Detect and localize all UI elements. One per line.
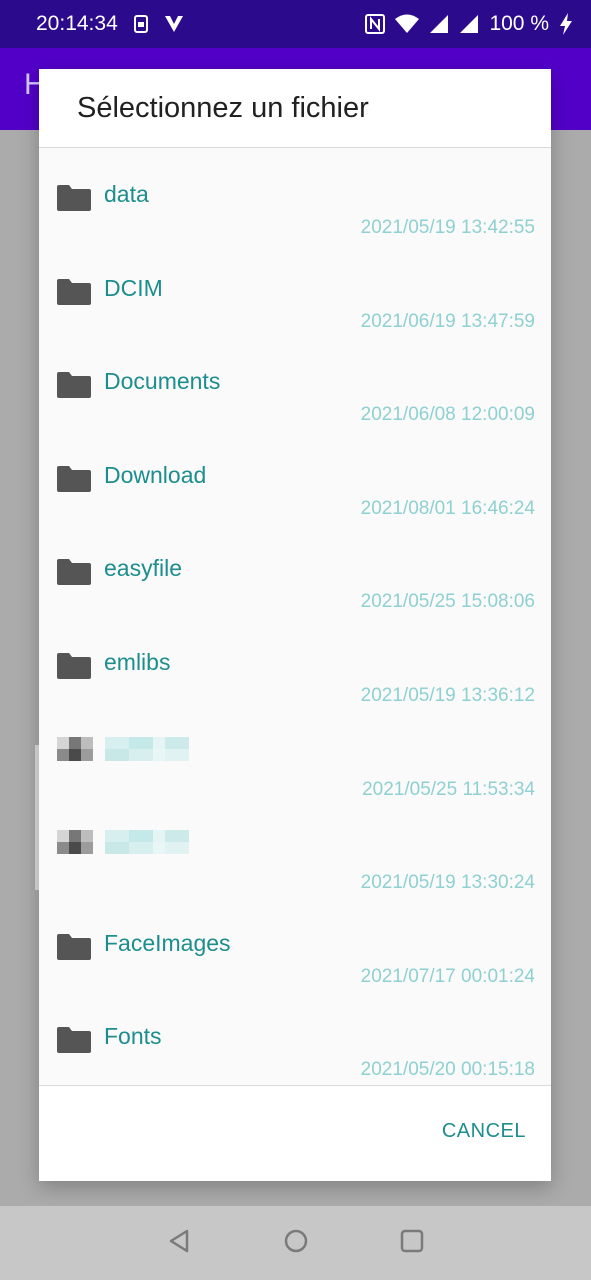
- status-bar: 20:14:34 100 %: [0, 0, 591, 48]
- file-row[interactable]: 2021/05/19 13:30:24: [39, 804, 551, 898]
- file-row[interactable]: DCIM 2021/06/19 13:47:59: [39, 243, 551, 337]
- file-name: emlibs: [104, 648, 171, 675]
- back-icon[interactable]: [167, 1228, 193, 1259]
- signal-icon: [429, 14, 449, 34]
- cancel-button[interactable]: CANCEL: [442, 1120, 526, 1143]
- folder-icon: [57, 652, 91, 684]
- file-list[interactable]: data 2021/05/19 13:42:55 DCIM 2021/06/19 13…: [39, 149, 551, 1085]
- file-row[interactable]: data 2021/05/19 13:42:55: [39, 149, 551, 243]
- file-name: easyfile: [104, 555, 182, 582]
- folder-icon: [57, 1027, 91, 1058]
- folder-icon: [57, 278, 91, 310]
- recents-icon[interactable]: [399, 1228, 425, 1259]
- file-row[interactable]: Fonts 2021/05/20 00:15:18: [39, 991, 551, 1085]
- wifi-icon: [395, 14, 420, 34]
- file-modified-date: 2021/05/19 13:36:12: [360, 684, 535, 706]
- file-name: DCIM: [104, 274, 163, 301]
- file-modified-date: 2021/07/17 00:01:24: [360, 965, 535, 987]
- redacted-entry-pixelation: [57, 736, 189, 761]
- file-modified-date: 2021/05/20 00:15:18: [360, 1059, 535, 1081]
- charging-icon: [559, 13, 573, 35]
- folder-icon: [57, 465, 91, 497]
- file-row[interactable]: emlibs 2021/05/19 13:36:12: [39, 617, 551, 711]
- battery-level: 100 %: [489, 12, 549, 35]
- folder-icon: [57, 372, 91, 403]
- file-modified-date: 2021/06/19 13:47:59: [360, 310, 535, 332]
- file-name: Fonts: [104, 1023, 162, 1050]
- file-modified-date: 2021/05/25 11:53:34: [362, 778, 535, 800]
- folder-icon: [57, 185, 91, 216]
- file-name: Download: [104, 461, 207, 488]
- vpn-icon: [164, 15, 184, 33]
- file-name: Documents: [104, 368, 221, 395]
- sim-icon: [133, 15, 148, 33]
- file-picker-dialog: Sélectionnez un fichier data 2021/05/19 1…: [39, 69, 551, 1181]
- home-icon[interactable]: [283, 1228, 309, 1259]
- navigation-bar: [0, 1206, 591, 1280]
- file-modified-date: 2021/05/19 13:42:55: [360, 217, 535, 238]
- file-name: data: [104, 181, 149, 207]
- file-modified-date: 2021/05/25 15:08:06: [360, 591, 535, 613]
- file-row[interactable]: Download 2021/08/01 16:46:24: [39, 430, 551, 524]
- file-modified-date: 2021/08/01 16:46:24: [360, 497, 535, 519]
- file-modified-date: 2021/05/19 13:30:24: [360, 872, 535, 894]
- file-row[interactable]: Documents 2021/06/08 12:00:09: [39, 336, 551, 430]
- file-row[interactable]: easyfile 2021/05/25 15:08:06: [39, 523, 551, 617]
- dialog-title: Sélectionnez un fichier: [77, 91, 369, 124]
- dialog-header: Sélectionnez un fichier: [39, 69, 551, 148]
- file-row[interactable]: FaceImages 2021/07/17 00:01:24: [39, 898, 551, 992]
- signal-icon: [459, 14, 479, 34]
- file-name: FaceImages: [104, 929, 231, 956]
- status-time: 20:14:34: [36, 12, 118, 35]
- file-row[interactable]: 2021/05/25 11:53:34: [39, 711, 551, 805]
- folder-icon: [57, 559, 91, 590]
- dialog-footer: CANCEL: [39, 1085, 551, 1181]
- folder-icon: [57, 933, 91, 965]
- file-modified-date: 2021/06/08 12:00:09: [360, 404, 535, 426]
- redacted-entry-pixelation: [57, 830, 189, 855]
- nfc-icon: [365, 14, 386, 34]
